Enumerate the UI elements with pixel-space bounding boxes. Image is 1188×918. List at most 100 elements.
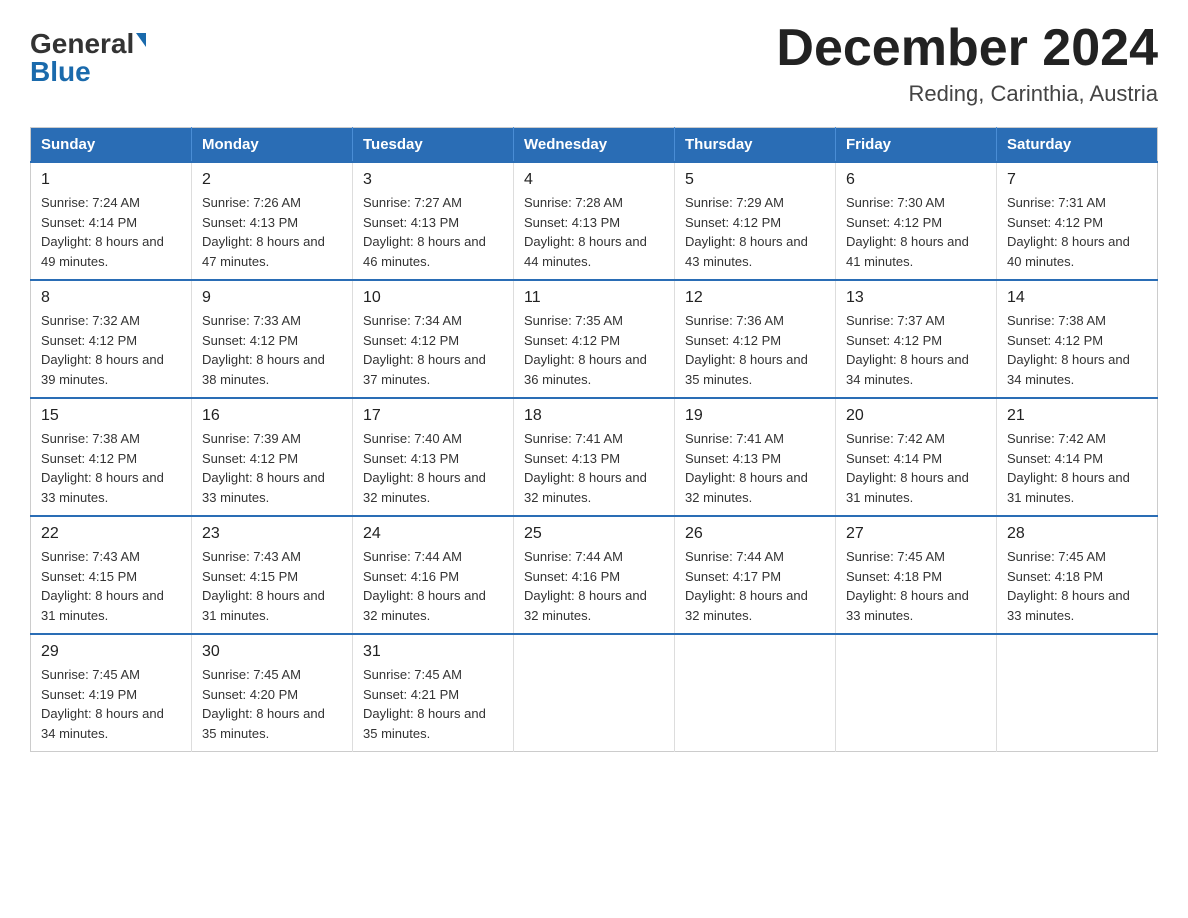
day-number: 17 (363, 407, 503, 425)
calendar-cell: 11 Sunrise: 7:35 AMSunset: 4:12 PMDaylig… (514, 280, 675, 398)
day-number: 10 (363, 289, 503, 307)
calendar-cell: 2 Sunrise: 7:26 AMSunset: 4:13 PMDayligh… (192, 162, 353, 280)
calendar-cell: 20 Sunrise: 7:42 AMSunset: 4:14 PMDaylig… (836, 398, 997, 516)
logo-general: General (30, 30, 134, 58)
day-header-sunday: Sunday (31, 128, 192, 163)
day-info: Sunrise: 7:24 AMSunset: 4:14 PMDaylight:… (41, 193, 181, 271)
calendar-cell: 21 Sunrise: 7:42 AMSunset: 4:14 PMDaylig… (997, 398, 1158, 516)
calendar-cell (675, 634, 836, 752)
day-number: 31 (363, 643, 503, 661)
calendar-cell: 14 Sunrise: 7:38 AMSunset: 4:12 PMDaylig… (997, 280, 1158, 398)
day-header-saturday: Saturday (997, 128, 1158, 163)
calendar-cell: 6 Sunrise: 7:30 AMSunset: 4:12 PMDayligh… (836, 162, 997, 280)
calendar-week-row: 1 Sunrise: 7:24 AMSunset: 4:14 PMDayligh… (31, 162, 1158, 280)
calendar-week-row: 22 Sunrise: 7:43 AMSunset: 4:15 PMDaylig… (31, 516, 1158, 634)
day-info: Sunrise: 7:44 AMSunset: 4:16 PMDaylight:… (363, 547, 503, 625)
day-header-thursday: Thursday (675, 128, 836, 163)
day-info: Sunrise: 7:35 AMSunset: 4:12 PMDaylight:… (524, 311, 664, 389)
day-info: Sunrise: 7:36 AMSunset: 4:12 PMDaylight:… (685, 311, 825, 389)
day-number: 4 (524, 171, 664, 189)
day-number: 27 (846, 525, 986, 543)
calendar-cell: 26 Sunrise: 7:44 AMSunset: 4:17 PMDaylig… (675, 516, 836, 634)
day-info: Sunrise: 7:45 AMSunset: 4:20 PMDaylight:… (202, 665, 342, 743)
day-info: Sunrise: 7:30 AMSunset: 4:12 PMDaylight:… (846, 193, 986, 271)
day-info: Sunrise: 7:43 AMSunset: 4:15 PMDaylight:… (202, 547, 342, 625)
calendar-cell: 3 Sunrise: 7:27 AMSunset: 4:13 PMDayligh… (353, 162, 514, 280)
calendar-cell: 28 Sunrise: 7:45 AMSunset: 4:18 PMDaylig… (997, 516, 1158, 634)
day-info: Sunrise: 7:45 AMSunset: 4:18 PMDaylight:… (846, 547, 986, 625)
day-info: Sunrise: 7:43 AMSunset: 4:15 PMDaylight:… (41, 547, 181, 625)
calendar-cell: 5 Sunrise: 7:29 AMSunset: 4:12 PMDayligh… (675, 162, 836, 280)
calendar-cell: 4 Sunrise: 7:28 AMSunset: 4:13 PMDayligh… (514, 162, 675, 280)
day-info: Sunrise: 7:38 AMSunset: 4:12 PMDaylight:… (41, 429, 181, 507)
day-number: 12 (685, 289, 825, 307)
day-number: 18 (524, 407, 664, 425)
calendar-cell: 9 Sunrise: 7:33 AMSunset: 4:12 PMDayligh… (192, 280, 353, 398)
day-info: Sunrise: 7:39 AMSunset: 4:12 PMDaylight:… (202, 429, 342, 507)
day-info: Sunrise: 7:31 AMSunset: 4:12 PMDaylight:… (1007, 193, 1147, 271)
calendar-cell: 8 Sunrise: 7:32 AMSunset: 4:12 PMDayligh… (31, 280, 192, 398)
day-info: Sunrise: 7:44 AMSunset: 4:17 PMDaylight:… (685, 547, 825, 625)
day-number: 9 (202, 289, 342, 307)
day-header-wednesday: Wednesday (514, 128, 675, 163)
day-header-friday: Friday (836, 128, 997, 163)
calendar-cell: 12 Sunrise: 7:36 AMSunset: 4:12 PMDaylig… (675, 280, 836, 398)
calendar-cell: 10 Sunrise: 7:34 AMSunset: 4:12 PMDaylig… (353, 280, 514, 398)
day-info: Sunrise: 7:40 AMSunset: 4:13 PMDaylight:… (363, 429, 503, 507)
calendar-cell: 19 Sunrise: 7:41 AMSunset: 4:13 PMDaylig… (675, 398, 836, 516)
calendar-week-row: 8 Sunrise: 7:32 AMSunset: 4:12 PMDayligh… (31, 280, 1158, 398)
day-info: Sunrise: 7:41 AMSunset: 4:13 PMDaylight:… (524, 429, 664, 507)
day-info: Sunrise: 7:34 AMSunset: 4:12 PMDaylight:… (363, 311, 503, 389)
title-block: December 2024 Reding, Carinthia, Austria (776, 20, 1158, 107)
calendar-cell (514, 634, 675, 752)
day-number: 28 (1007, 525, 1147, 543)
calendar-cell: 1 Sunrise: 7:24 AMSunset: 4:14 PMDayligh… (31, 162, 192, 280)
logo: General Blue (30, 30, 146, 86)
calendar-cell: 29 Sunrise: 7:45 AMSunset: 4:19 PMDaylig… (31, 634, 192, 752)
calendar-cell (836, 634, 997, 752)
day-number: 14 (1007, 289, 1147, 307)
calendar-cell: 25 Sunrise: 7:44 AMSunset: 4:16 PMDaylig… (514, 516, 675, 634)
logo-arrow-icon (136, 33, 146, 47)
day-number: 29 (41, 643, 181, 661)
day-number: 16 (202, 407, 342, 425)
calendar-title: December 2024 (776, 20, 1158, 77)
day-info: Sunrise: 7:45 AMSunset: 4:19 PMDaylight:… (41, 665, 181, 743)
calendar-table: SundayMondayTuesdayWednesdayThursdayFrid… (30, 127, 1158, 752)
day-info: Sunrise: 7:27 AMSunset: 4:13 PMDaylight:… (363, 193, 503, 271)
calendar-cell: 13 Sunrise: 7:37 AMSunset: 4:12 PMDaylig… (836, 280, 997, 398)
day-header-tuesday: Tuesday (353, 128, 514, 163)
day-number: 26 (685, 525, 825, 543)
day-info: Sunrise: 7:42 AMSunset: 4:14 PMDaylight:… (846, 429, 986, 507)
calendar-cell: 27 Sunrise: 7:45 AMSunset: 4:18 PMDaylig… (836, 516, 997, 634)
calendar-cell (997, 634, 1158, 752)
day-info: Sunrise: 7:37 AMSunset: 4:12 PMDaylight:… (846, 311, 986, 389)
day-info: Sunrise: 7:28 AMSunset: 4:13 PMDaylight:… (524, 193, 664, 271)
day-info: Sunrise: 7:38 AMSunset: 4:12 PMDaylight:… (1007, 311, 1147, 389)
day-number: 6 (846, 171, 986, 189)
logo-blue: Blue (30, 58, 91, 86)
day-number: 13 (846, 289, 986, 307)
day-info: Sunrise: 7:44 AMSunset: 4:16 PMDaylight:… (524, 547, 664, 625)
calendar-cell: 23 Sunrise: 7:43 AMSunset: 4:15 PMDaylig… (192, 516, 353, 634)
day-header-monday: Monday (192, 128, 353, 163)
day-number: 7 (1007, 171, 1147, 189)
calendar-cell: 16 Sunrise: 7:39 AMSunset: 4:12 PMDaylig… (192, 398, 353, 516)
day-number: 5 (685, 171, 825, 189)
calendar-subtitle: Reding, Carinthia, Austria (776, 81, 1158, 107)
day-info: Sunrise: 7:29 AMSunset: 4:12 PMDaylight:… (685, 193, 825, 271)
calendar-cell: 22 Sunrise: 7:43 AMSunset: 4:15 PMDaylig… (31, 516, 192, 634)
day-info: Sunrise: 7:45 AMSunset: 4:18 PMDaylight:… (1007, 547, 1147, 625)
calendar-header-row: SundayMondayTuesdayWednesdayThursdayFrid… (31, 128, 1158, 163)
day-info: Sunrise: 7:42 AMSunset: 4:14 PMDaylight:… (1007, 429, 1147, 507)
day-info: Sunrise: 7:32 AMSunset: 4:12 PMDaylight:… (41, 311, 181, 389)
day-number: 8 (41, 289, 181, 307)
day-number: 3 (363, 171, 503, 189)
calendar-week-row: 29 Sunrise: 7:45 AMSunset: 4:19 PMDaylig… (31, 634, 1158, 752)
calendar-cell: 18 Sunrise: 7:41 AMSunset: 4:13 PMDaylig… (514, 398, 675, 516)
day-info: Sunrise: 7:41 AMSunset: 4:13 PMDaylight:… (685, 429, 825, 507)
day-number: 1 (41, 171, 181, 189)
calendar-cell: 7 Sunrise: 7:31 AMSunset: 4:12 PMDayligh… (997, 162, 1158, 280)
calendar-cell: 30 Sunrise: 7:45 AMSunset: 4:20 PMDaylig… (192, 634, 353, 752)
calendar-cell: 31 Sunrise: 7:45 AMSunset: 4:21 PMDaylig… (353, 634, 514, 752)
